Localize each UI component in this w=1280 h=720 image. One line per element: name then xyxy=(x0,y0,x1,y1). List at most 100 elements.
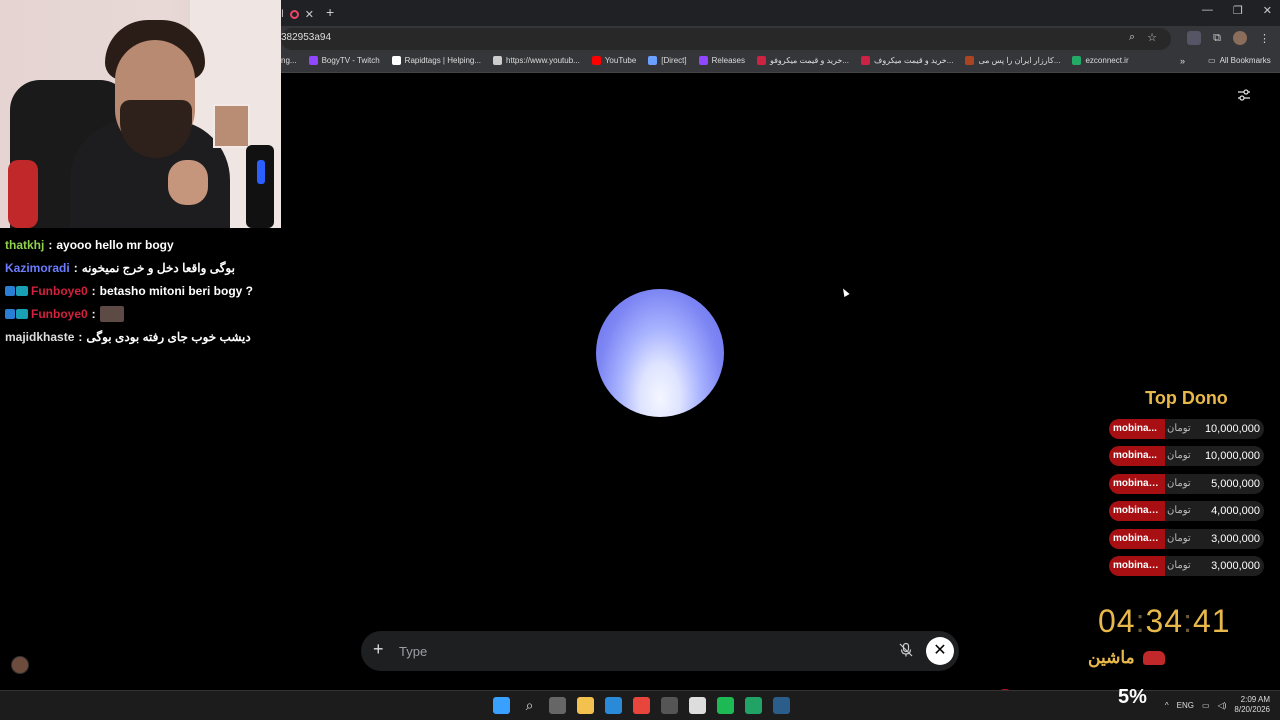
sheets-icon[interactable] xyxy=(745,697,762,714)
folder-icon: ▭ xyxy=(1208,56,1216,65)
chrome-icon[interactable] xyxy=(633,697,650,714)
menu-kebab-icon[interactable]: ⋮ xyxy=(1259,32,1270,45)
chat-avatar xyxy=(11,656,29,674)
zoom-icon[interactable]: ⌕ xyxy=(1129,31,1135,44)
chat-separator: : xyxy=(78,329,83,344)
close-window-icon[interactable]: ✕ xyxy=(1263,4,1272,17)
dono-currency: تومان xyxy=(1167,450,1191,462)
dono-entry: mobinam... تومان 4,000,000 xyxy=(1109,501,1264,522)
language-indicator[interactable]: ENG xyxy=(1177,701,1194,710)
minimize-icon[interactable]: — xyxy=(1202,4,1213,17)
volume-icon[interactable]: ◁) xyxy=(1218,701,1227,710)
app-icon[interactable] xyxy=(661,697,678,714)
chat-username[interactable]: Funboye0 xyxy=(31,284,88,298)
spotify-icon[interactable] xyxy=(717,697,734,714)
file-explorer-icon[interactable] xyxy=(577,697,594,714)
bookmark-label: کارزار ایران را پس می... xyxy=(978,56,1061,65)
bookmark-item[interactable]: کارزار ایران را پس می... xyxy=(965,56,1060,65)
bookmarks-list: ng... BogyTV - Twitch Rapidtags | Helping.… xyxy=(281,56,1129,65)
timer-minutes: 34 xyxy=(1145,603,1184,639)
prompt-bar: + ✕ xyxy=(361,631,959,671)
bookmark-label: YouTube xyxy=(604,56,637,65)
voice-orb xyxy=(596,289,724,417)
task-view-icon[interactable] xyxy=(549,697,566,714)
dono-name: mobinam... xyxy=(1109,501,1165,522)
bookmark-item[interactable]: خرید و قیمت میکروفو... xyxy=(756,56,849,65)
search-icon[interactable]: ⌕ xyxy=(521,697,538,714)
chat-username[interactable]: thatkhj xyxy=(5,238,44,252)
webcam-overlay xyxy=(0,0,281,228)
recording-icon xyxy=(289,9,299,19)
extensions-puzzle-icon[interactable]: ⧉ xyxy=(1213,32,1221,45)
clock[interactable]: 2:09 AM 8/20/2026 xyxy=(1234,695,1270,715)
capcut-icon[interactable] xyxy=(689,697,706,714)
close-button[interactable]: ✕ xyxy=(926,637,954,665)
dono-name: mobina... xyxy=(1109,419,1165,439)
dono-amount: 10,000,000 xyxy=(1204,450,1260,463)
chat-text: دیشب خوب جای رفته بودی بوگی xyxy=(86,329,251,344)
mic-off-icon[interactable] xyxy=(898,642,914,658)
bookmark-label: خرید و قیمت میکروف... xyxy=(874,56,954,65)
timer-seconds: 41 xyxy=(1192,603,1231,639)
chat-separator: : xyxy=(73,260,78,275)
chat-text: ayooo hello mr bogy xyxy=(56,237,174,252)
url-text: 382953a94 xyxy=(281,32,332,43)
chat-username[interactable]: Funboye0 xyxy=(31,307,88,321)
dono-currency: تومان xyxy=(1167,423,1191,434)
window-controls: — ❐ ✕ xyxy=(1202,4,1272,17)
bookmark-item[interactable]: ezconnect.ir xyxy=(1072,56,1129,65)
percent-overlay: 5% xyxy=(1118,686,1147,708)
chat-username[interactable]: Kazimoradi xyxy=(5,261,70,275)
taskbar: ⌕ ^ ENG ▭ ◁) 2:09 AM 8/20/2026 xyxy=(0,690,1280,720)
bookmark-label: BogyTV - Twitch xyxy=(321,56,380,65)
bookmark-favicon-icon xyxy=(308,56,318,65)
chat-message: Funboye0: xyxy=(5,302,280,325)
screen: ا ✕ + — ❐ ✕ 382953a94 ⌕ ☆ ⧉ ⋮ ng... BogyT… xyxy=(0,0,1280,720)
bookmark-item[interactable]: [Direct] xyxy=(648,56,687,65)
bookmark-item[interactable]: BogyTV - Twitch xyxy=(308,56,380,65)
bookmark-item[interactable]: خرید و قیمت میکروف... xyxy=(861,56,953,65)
bookmark-item[interactable]: Rapidtags | Helping... xyxy=(391,56,481,65)
tab-close-icon[interactable]: ✕ xyxy=(305,8,314,21)
bookmark-label: ng... xyxy=(281,56,297,65)
omnibox-icons: ⌕ ☆ xyxy=(1129,31,1157,44)
network-icon[interactable]: ▭ xyxy=(1202,701,1210,710)
address-bar[interactable]: 382953a94 ⌕ ☆ xyxy=(281,28,1171,50)
bookmark-label: https://www.youtub... xyxy=(506,56,580,65)
extension-icon[interactable] xyxy=(1187,31,1202,45)
bookmark-favicon-icon xyxy=(698,56,708,65)
windows-start-icon[interactable] xyxy=(493,697,510,714)
bookmark-item[interactable]: YouTube xyxy=(591,56,637,65)
bookmark-star-icon[interactable]: ☆ xyxy=(1147,31,1157,44)
dono-name: mobinam... xyxy=(1109,528,1165,549)
all-bookmarks[interactable]: ▭ All Bookmarks xyxy=(1208,56,1271,65)
new-tab-button[interactable]: + xyxy=(326,4,334,20)
profile-avatar[interactable] xyxy=(1233,31,1247,45)
car-goal: ماشین xyxy=(1088,648,1165,668)
bookmark-favicon-icon xyxy=(1072,56,1082,65)
prompt-input[interactable] xyxy=(399,641,879,661)
prime-badge-icon xyxy=(5,285,15,296)
stream-timer: 04:34:41 xyxy=(1098,603,1231,640)
stream-chat: thatkhj: ayooo hello mr bogy Kazimoradi: بو… xyxy=(5,233,280,348)
maximize-icon[interactable]: ❐ xyxy=(1233,4,1243,17)
active-tab[interactable]: ا ✕ xyxy=(281,4,314,24)
bookmarks-overflow-icon[interactable]: » xyxy=(1180,56,1185,66)
bookmark-item[interactable]: https://www.youtub... xyxy=(493,56,580,65)
dono-currency: تومان xyxy=(1167,505,1191,517)
tray-overflow-icon[interactable]: ^ xyxy=(1165,701,1169,710)
settings-button[interactable] xyxy=(1237,88,1255,104)
bookmark-item[interactable]: Releases xyxy=(698,56,745,65)
top-dono-title: Top Dono xyxy=(1145,388,1228,408)
vscode-icon[interactable] xyxy=(605,697,622,714)
add-button[interactable]: + xyxy=(373,639,384,660)
bookmark-item[interactable]: ng... xyxy=(281,56,297,65)
toolbar-actions: ⧉ ⋮ xyxy=(1187,31,1270,45)
emote-image xyxy=(99,305,124,322)
steam-icon[interactable] xyxy=(773,697,790,714)
timer-sep: : xyxy=(1135,603,1146,639)
chat-username[interactable]: majidkhaste xyxy=(5,330,74,344)
dono-currency: تومان xyxy=(1167,477,1191,489)
dono-amount: 3,000,000 xyxy=(1211,559,1260,572)
wall-photo xyxy=(213,104,250,148)
